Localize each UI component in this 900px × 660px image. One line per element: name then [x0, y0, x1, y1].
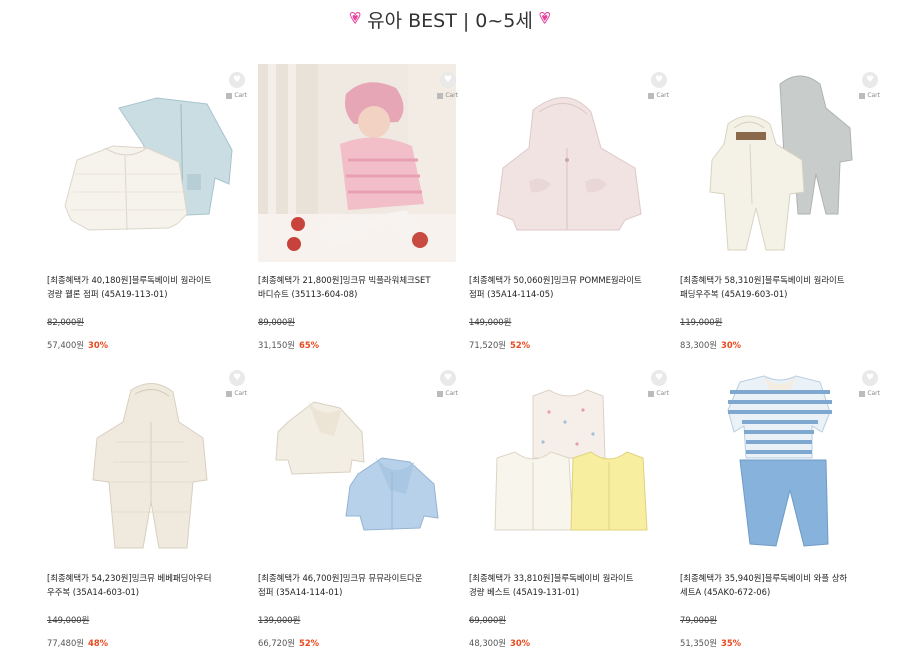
product-name[interactable]: [최종혜택가 21,800원]밍크뮤 빅플라워체크SET 바디슈트 (35113…: [258, 273, 463, 301]
discount-rate: 30%: [721, 340, 742, 350]
product-grid: ♥ Cart [최종혜택가 40,180원]블루독베이비 웜라이트 경량 웰론 …: [0, 0, 900, 660]
cart-icon: [859, 390, 866, 397]
product-image[interactable]: [47, 362, 245, 560]
product-name[interactable]: [최종혜택가 54,230원]밍크뮤 베베패딩아우터 우주복 (35A14-60…: [47, 571, 252, 599]
sale-price-row: 51,350원 35%: [680, 637, 741, 649]
product-card[interactable]: ♥ Cart [최종혜택가 58,310원]블루독베이비 웜라이트 패딩우주복 …: [680, 64, 880, 354]
cart-icon: [437, 92, 444, 99]
sale-price-row: 83,300원 30%: [680, 339, 741, 351]
cart-icon: [226, 390, 233, 397]
wishlist-heart-icon[interactable]: ♥: [440, 72, 456, 88]
product-image[interactable]: [469, 362, 667, 560]
discount-rate: 30%: [510, 638, 531, 648]
product-name[interactable]: [최종혜택가 35,940원]블루독베이비 와플 상하 세트A (45AK0-6…: [680, 571, 885, 599]
original-price: 149,000원: [469, 317, 512, 327]
wishlist-heart-icon[interactable]: ♥: [862, 370, 878, 386]
discount-rate: 30%: [88, 340, 109, 350]
original-price: 119,000원: [680, 317, 723, 327]
cart-button[interactable]: Cart: [437, 92, 458, 99]
original-price: 139,000원: [258, 615, 301, 625]
quilted-hooded-jacket-image: [469, 64, 667, 262]
original-price: 79,000원: [680, 615, 718, 625]
product-name[interactable]: [최종혜택가 58,310원]블루독베이비 웜라이트 패딩우주복 (45A19-…: [680, 273, 885, 301]
wishlist-heart-icon[interactable]: ♥: [862, 72, 878, 88]
cart-button[interactable]: Cart: [437, 390, 458, 397]
product-image[interactable]: [258, 64, 456, 262]
cart-button[interactable]: Cart: [226, 390, 247, 397]
light-down-jacket-set-image: [47, 64, 245, 262]
original-price: 82,000원: [47, 317, 85, 327]
product-card[interactable]: ♥ Cart [최종혜택가 21,800원]밍크뮤 빅플라워체크SET 바디슈트…: [258, 64, 458, 354]
cart-icon: [437, 390, 444, 397]
product-image[interactable]: [47, 64, 245, 262]
baby-pink-check-outfit-photo-image: [258, 64, 456, 262]
discount-rate: 52%: [510, 340, 531, 350]
cart-button[interactable]: Cart: [859, 92, 880, 99]
product-card[interactable]: ♥ Cart [최종혜택가 40,180원]블루독베이비 웜라이트 경량 웰론 …: [47, 64, 247, 354]
sale-price: 48,300원: [469, 638, 507, 648]
product-card[interactable]: ♥ Cart [최종혜택가 35,940원]블루독베이비 와플 상하 세트A (…: [680, 362, 880, 652]
discount-rate: 65%: [299, 340, 320, 350]
sale-price: 77,480원: [47, 638, 85, 648]
cart-icon: [648, 92, 655, 99]
cart-icon: [859, 92, 866, 99]
product-name[interactable]: [최종혜택가 40,180원]블루독베이비 웜라이트 경량 웰론 점퍼 (45A…: [47, 273, 252, 301]
cart-button[interactable]: Cart: [648, 92, 669, 99]
original-price: 89,000원: [258, 317, 296, 327]
product-name[interactable]: [최종혜택가 50,060원]밍크뮤 POMME웜라이트 점퍼 (35A14-1…: [469, 273, 674, 301]
sale-price: 31,150원: [258, 340, 296, 350]
light-vests-set-image: [469, 362, 667, 560]
sale-price: 83,300원: [680, 340, 718, 350]
sale-price-row: 66,720원 52%: [258, 637, 319, 649]
sale-price-row: 77,480원 48%: [47, 637, 108, 649]
sale-price-row: 31,150원 65%: [258, 339, 319, 351]
product-card[interactable]: ♥ Cart [최종혜택가 46,700원]밍크뮤 뮤뮤라이트다운 점퍼 (35…: [258, 362, 458, 652]
cart-icon: [648, 390, 655, 397]
padded-bodysuit-set-image: [680, 64, 878, 262]
sale-price-row: 71,520원 52%: [469, 339, 530, 351]
product-image[interactable]: [680, 362, 878, 560]
wishlist-heart-icon[interactable]: ♥: [651, 72, 667, 88]
sale-price-row: 57,400원 30%: [47, 339, 108, 351]
discount-rate: 35%: [721, 638, 742, 648]
striped-top-pants-set-image: [680, 362, 878, 560]
product-card[interactable]: ♥ Cart [최종혜택가 50,060원]밍크뮤 POMME웜라이트 점퍼 (…: [469, 64, 669, 354]
scarf-down-jackets-image: [258, 362, 456, 560]
discount-rate: 48%: [88, 638, 109, 648]
product-name[interactable]: [최종혜택가 46,700원]밍크뮤 뮤뮤라이트다운 점퍼 (35A14-114…: [258, 571, 463, 599]
product-card[interactable]: ♥ Cart [최종혜택가 33,810원]블루독베이비 웜라이트 경량 베스트…: [469, 362, 669, 652]
original-price: 149,000원: [47, 615, 90, 625]
product-name[interactable]: [최종혜택가 33,810원]블루독베이비 웜라이트 경량 베스트 (45A19…: [469, 571, 674, 599]
wishlist-heart-icon[interactable]: ♥: [440, 370, 456, 386]
wishlist-heart-icon[interactable]: ♥: [651, 370, 667, 386]
sale-price: 51,350원: [680, 638, 718, 648]
cart-icon: [226, 92, 233, 99]
quilted-hooded-romper-image: [47, 362, 245, 560]
cart-button[interactable]: Cart: [226, 92, 247, 99]
sale-price: 66,720원: [258, 638, 296, 648]
sale-price: 71,520원: [469, 340, 507, 350]
product-image[interactable]: [469, 64, 667, 262]
wishlist-heart-icon[interactable]: ♥: [229, 370, 245, 386]
product-image[interactable]: [680, 64, 878, 262]
wishlist-heart-icon[interactable]: ♥: [229, 72, 245, 88]
cart-button[interactable]: Cart: [648, 390, 669, 397]
sale-price-row: 48,300원 30%: [469, 637, 530, 649]
product-card[interactable]: ♥ Cart [최종혜택가 54,230원]밍크뮤 베베패딩아우터 우주복 (3…: [47, 362, 247, 652]
sale-price: 57,400원: [47, 340, 85, 350]
product-image[interactable]: [258, 362, 456, 560]
original-price: 69,000원: [469, 615, 507, 625]
discount-rate: 52%: [299, 638, 320, 648]
cart-button[interactable]: Cart: [859, 390, 880, 397]
